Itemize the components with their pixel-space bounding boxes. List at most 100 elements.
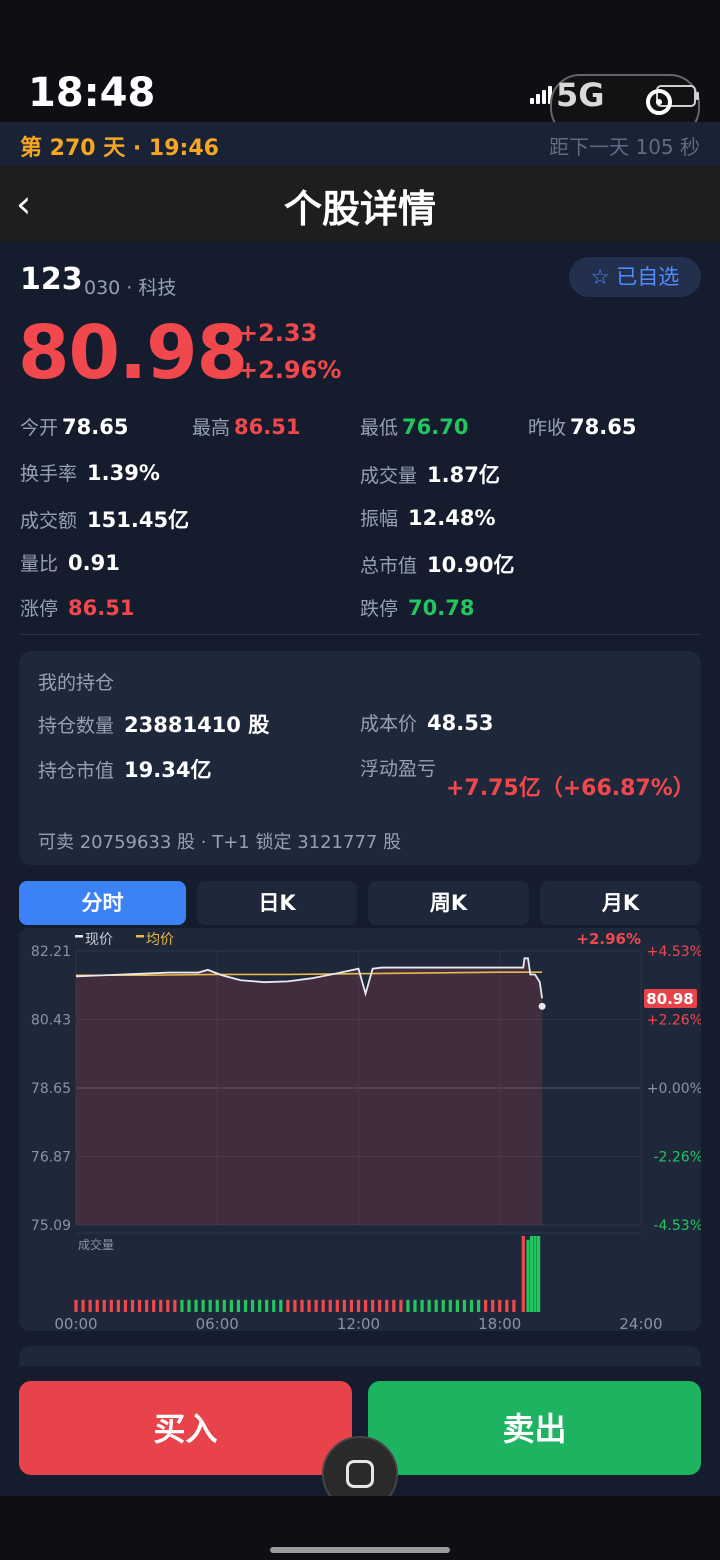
volume-bar bbox=[314, 1299, 318, 1312]
stat-limit-up: 涨停 86.51 bbox=[20, 596, 135, 620]
volume-bar bbox=[434, 1299, 438, 1312]
volume-bar bbox=[201, 1299, 205, 1312]
legend-avg: 均价 bbox=[146, 932, 174, 948]
volume-bar bbox=[371, 1299, 375, 1312]
volume-bar bbox=[95, 1299, 99, 1312]
holding-qty: 持仓数量 23881410 股 bbox=[38, 713, 270, 737]
y-tick-right: -4.53% bbox=[653, 1218, 701, 1234]
volume-bar bbox=[152, 1299, 156, 1312]
stat-amount: 成交额 151.45亿 bbox=[20, 508, 190, 532]
stock-name: 123 bbox=[20, 262, 83, 297]
volume-bar bbox=[378, 1299, 382, 1312]
holding-market-value: 持仓市值 19.34亿 bbox=[38, 758, 212, 782]
y-tick-left: 78.65 bbox=[31, 1081, 71, 1097]
watchlist-button[interactable]: ☆ 已自选 bbox=[569, 257, 701, 297]
volume-bar bbox=[286, 1299, 290, 1312]
holdings-footer: 可卖 20759633 股 · T+1 锁定 3121777 股 bbox=[38, 832, 402, 853]
tab-daily-k[interactable]: 日K bbox=[197, 881, 357, 925]
intraday-chart-svg: 82.21 80.43 78.65 76.87 75.09 +4.53% +2.26% +0… bbox=[31, 930, 701, 1331]
game-day-label: 第 270 天 · 19:46 bbox=[20, 136, 219, 161]
holdings-title: 我的持仓 bbox=[38, 672, 115, 694]
network-label: 5G bbox=[556, 76, 605, 114]
home-indicator[interactable] bbox=[270, 1547, 450, 1553]
volume-bar bbox=[413, 1299, 417, 1312]
volume-label: 成交量 bbox=[78, 1237, 114, 1252]
intraday-chart[interactable]: 82.21 80.43 78.65 76.87 75.09 +4.53% +2.26% +0… bbox=[19, 928, 701, 1331]
volume-bar bbox=[243, 1299, 248, 1312]
volume-bar bbox=[74, 1299, 78, 1312]
volume-bar bbox=[173, 1299, 177, 1312]
volume-bar bbox=[491, 1299, 495, 1312]
y-tick-left: 75.09 bbox=[31, 1218, 71, 1234]
chart-change-label: +2.96% bbox=[576, 930, 641, 948]
volume-bar bbox=[194, 1299, 198, 1312]
stat-high: 最高 86.51 bbox=[192, 415, 301, 439]
divider bbox=[20, 634, 701, 635]
volume-bar bbox=[145, 1299, 149, 1312]
capsule-close-icon[interactable] bbox=[646, 89, 672, 115]
price-change-abs: +2.33 bbox=[238, 319, 318, 347]
volume-bar bbox=[265, 1299, 269, 1312]
volume-bar bbox=[250, 1299, 255, 1312]
stat-amplitude: 振幅 12.48% bbox=[360, 506, 496, 530]
volume-bar bbox=[441, 1299, 445, 1312]
tab-weekly-k[interactable]: 周K bbox=[368, 881, 529, 925]
volume-bar bbox=[420, 1299, 424, 1312]
volume-bar bbox=[484, 1299, 488, 1312]
price-change-pct: +2.96% bbox=[238, 356, 342, 384]
y-tick-left: 82.21 bbox=[31, 944, 71, 960]
legend-avg-swatch bbox=[136, 935, 144, 938]
volume-bar bbox=[258, 1299, 262, 1312]
sell-button[interactable]: 卖出 bbox=[368, 1381, 701, 1475]
tab-intraday[interactable]: 分时 bbox=[19, 881, 186, 925]
stat-low: 最低 76.70 bbox=[360, 415, 469, 439]
stat-volume-ratio: 量比 0.91 bbox=[20, 551, 120, 575]
stat-volume: 成交量 1.87亿 bbox=[360, 463, 500, 487]
volume-bar bbox=[448, 1299, 452, 1312]
volume-bar bbox=[137, 1299, 142, 1312]
stat-open: 今开 78.65 bbox=[20, 415, 129, 439]
x-tick: 24:00 bbox=[619, 1315, 662, 1331]
volume-bar bbox=[300, 1299, 304, 1312]
volume-bar bbox=[399, 1299, 403, 1312]
volume-bar bbox=[272, 1299, 276, 1312]
current-price: 80.98 bbox=[18, 310, 248, 396]
next-day-countdown: 距下一天 105 秒 bbox=[549, 135, 700, 159]
volume-bar bbox=[455, 1299, 459, 1312]
stat-market-cap: 总市值 10.90亿 bbox=[360, 553, 515, 577]
status-time: 18:48 bbox=[28, 70, 156, 116]
volume-bar bbox=[328, 1299, 332, 1312]
y-tick-right: +0.00% bbox=[647, 1081, 701, 1097]
volume-bar bbox=[180, 1299, 184, 1312]
volume-bar bbox=[356, 1299, 361, 1312]
last-price-dot bbox=[538, 1002, 546, 1010]
volume-bar bbox=[321, 1299, 325, 1312]
y-tick-left: 76.87 bbox=[31, 1150, 71, 1166]
stat-prev-close: 昨收 78.65 bbox=[528, 415, 637, 439]
tab-monthly-k[interactable]: 月K bbox=[540, 881, 701, 925]
holding-pnl-value: +7.75亿（+66.87%） bbox=[446, 776, 695, 801]
volume-bar bbox=[187, 1299, 191, 1312]
volume-bar bbox=[469, 1299, 474, 1312]
signal-icon bbox=[530, 86, 552, 104]
volume-bar bbox=[392, 1299, 396, 1312]
volume-bar bbox=[159, 1299, 163, 1312]
volume-bar bbox=[222, 1299, 226, 1312]
volume-bar bbox=[215, 1299, 219, 1312]
buy-button[interactable]: 买入 bbox=[19, 1381, 352, 1475]
volume-bar bbox=[349, 1299, 354, 1312]
volume-bar bbox=[462, 1299, 467, 1312]
volume-bar bbox=[109, 1299, 113, 1312]
volume-bar bbox=[385, 1299, 389, 1312]
stock-meta: 030 · 科技 bbox=[84, 277, 177, 299]
volume-bar bbox=[505, 1299, 509, 1312]
x-tick: 18:00 bbox=[478, 1315, 521, 1331]
x-tick: 06:00 bbox=[196, 1315, 239, 1331]
volume-bar bbox=[279, 1299, 283, 1312]
volume-bar bbox=[476, 1299, 481, 1312]
back-chevron-icon[interactable]: ‹ bbox=[16, 182, 31, 226]
volume-bar bbox=[406, 1299, 410, 1312]
page-title: 个股详情 bbox=[283, 187, 436, 231]
volume-bar bbox=[512, 1299, 516, 1312]
holding-cost: 成本价 48.53 bbox=[360, 711, 494, 735]
